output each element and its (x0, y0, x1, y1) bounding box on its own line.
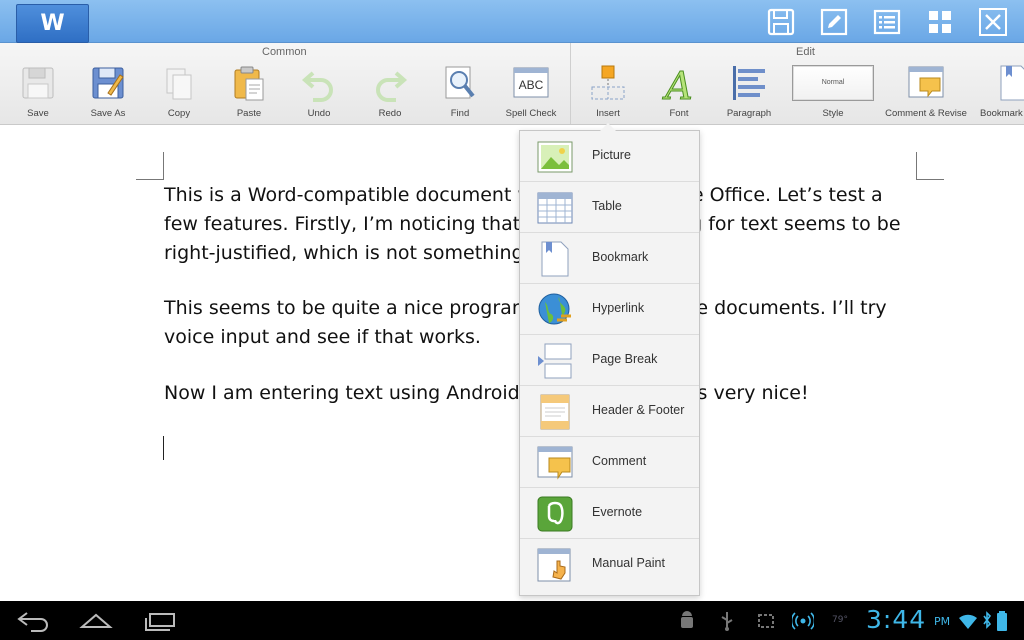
save-as-icon (92, 67, 124, 99)
group-label-common: Common (262, 46, 307, 58)
menu-item-label: Manual Paint (592, 556, 665, 570)
page-break-icon (538, 343, 572, 379)
table-icon (537, 192, 573, 224)
grid-view-icon[interactable] (925, 7, 955, 37)
ribbon-toolbar: Common Edit Save Save As Copy Paste Undo… (0, 43, 1024, 125)
wifi-icon (959, 614, 977, 629)
insert-button[interactable]: Insert (573, 61, 643, 123)
margin-marker-right (916, 152, 944, 180)
comment-icon (537, 446, 573, 480)
menu-item-evernote[interactable]: Evernote (520, 488, 699, 539)
svg-text:A: A (662, 64, 692, 103)
usb-icon (721, 612, 733, 631)
evernote-icon (537, 496, 573, 532)
menu-item-table[interactable]: Table (520, 182, 699, 233)
save-icon (22, 67, 54, 99)
comment-revise-button[interactable]: Comment & Revise (885, 61, 967, 123)
hotspot-icon (792, 612, 814, 630)
menu-item-comment[interactable]: Comment (520, 437, 699, 488)
close-icon[interactable] (978, 7, 1008, 37)
temperature-readout: 79° (832, 615, 848, 625)
system-status-bar: 79° 3:44 PM (0, 601, 1024, 640)
copy-icon (166, 68, 192, 100)
home-icon[interactable] (78, 609, 114, 633)
style-button[interactable]: Normal Style (792, 61, 874, 123)
paragraph-label: Paragraph (726, 108, 772, 119)
redo-icon (376, 71, 408, 102)
menu-item-bookmark[interactable]: Bookmark (520, 233, 699, 284)
clock-time[interactable]: 3:44 (866, 605, 926, 634)
menu-item-label: Page Break (592, 352, 658, 366)
screenshot-icon (758, 614, 774, 628)
paste-icon (234, 66, 264, 101)
title-bar: W (0, 0, 1024, 43)
menu-item-picture[interactable]: Picture (520, 131, 699, 182)
spell-check-icon: ABC (513, 67, 549, 98)
menu-item-manual-paint[interactable]: Manual Paint (520, 539, 699, 590)
text-cursor (163, 436, 164, 460)
bookmark-icon (1000, 65, 1024, 101)
menu-item-label: Hyperlink (592, 301, 645, 315)
bluetooth-icon (983, 611, 992, 629)
save-document-icon[interactable] (766, 7, 796, 37)
menu-item-hyperlink[interactable]: Hyperlink (520, 284, 699, 335)
hyperlink-icon (538, 293, 571, 325)
comment-revise-icon (908, 66, 944, 98)
menu-item-label: Evernote (592, 505, 643, 519)
battery-icon (997, 611, 1007, 631)
style-preview: Normal (792, 65, 874, 101)
menu-item-label: Comment (592, 454, 647, 468)
style-label: Style (822, 108, 844, 119)
group-label-edit: Edit (796, 46, 815, 58)
picture-icon (537, 141, 573, 173)
spell-check-button[interactable]: ABC Spell Check (496, 61, 566, 123)
clock-ampm: PM (934, 615, 951, 628)
bookmark-icon (541, 241, 569, 277)
margin-marker-left (136, 152, 164, 180)
undo-icon (301, 71, 333, 102)
save-as-button[interactable]: Save As (73, 61, 143, 123)
bookmark-ribbon-button[interactable]: Bookmark (980, 61, 1024, 123)
bookmark-ribbon-label: Bookmark (980, 108, 1023, 119)
android-debug-icon (681, 611, 693, 628)
undo-button[interactable]: Undo (284, 61, 354, 123)
document-page[interactable]: This is a Word-compatible document writt… (0, 126, 1024, 601)
edit-mode-icon[interactable] (819, 7, 849, 37)
menu-item-label: Picture (592, 148, 631, 162)
menu-item-label: Header & Footer (592, 403, 685, 417)
menu-item-label: Bookmark (592, 250, 649, 264)
paragraph-button[interactable]: Paragraph (714, 61, 784, 123)
insert-icon (591, 65, 625, 100)
svg-text:ABC: ABC (519, 78, 544, 92)
app-logo[interactable]: W (16, 4, 89, 43)
find-button[interactable]: Find (425, 61, 495, 123)
comment-revise-label: Comment & Revise (885, 108, 967, 119)
app-window: W Common Edit Save Save As Copy Paste Un… (0, 0, 1024, 640)
find-icon (445, 66, 475, 99)
menu-item-header-footer[interactable]: Header & Footer (520, 386, 699, 437)
font-icon: A (662, 64, 693, 104)
header-footer-icon (540, 394, 570, 430)
list-view-icon[interactable] (872, 7, 902, 37)
menu-item-label: Table (592, 199, 622, 213)
paragraph-icon (733, 66, 765, 100)
recent-apps-icon[interactable] (142, 609, 178, 633)
manual-paint-icon (537, 548, 571, 582)
back-icon[interactable] (15, 609, 51, 633)
insert-dropdown-menu: Picture Table Bookmark Hyperlink Page Br… (519, 123, 700, 596)
menu-item-page-break[interactable]: Page Break (520, 335, 699, 386)
